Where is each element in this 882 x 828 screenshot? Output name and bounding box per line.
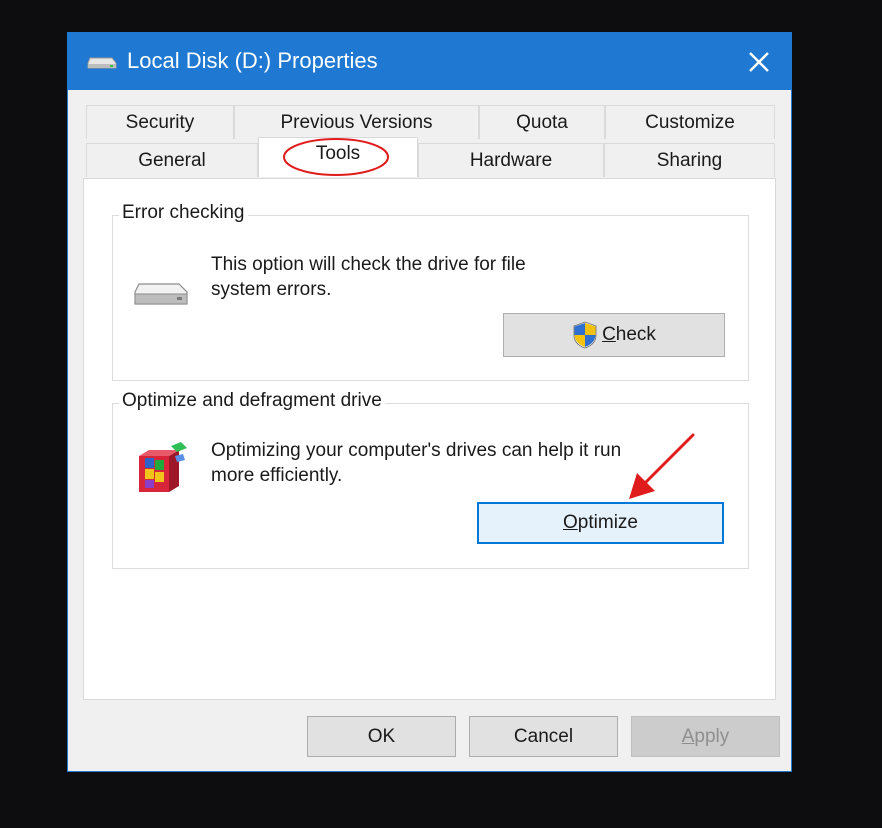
apply-button-label: Apply	[681, 725, 730, 747]
hard-drive-icon	[134, 283, 188, 305]
ok-button[interactable]: OK	[307, 716, 456, 757]
annotation-arrow	[629, 433, 695, 499]
defrag-icon	[139, 442, 187, 492]
close-button[interactable]	[727, 33, 791, 90]
tools-panel: Error checking This option will check th…	[83, 178, 776, 700]
tab-previous-versions[interactable]: Previous Versions	[234, 105, 479, 139]
error-checking-group: Error checking This option will check th…	[112, 202, 749, 381]
drive-icon	[87, 57, 117, 69]
window-title: Local Disk (D:) Properties	[127, 48, 378, 73]
check-button[interactable]: Check	[503, 313, 725, 357]
tab-general[interactable]: General	[86, 143, 258, 177]
check-button-label: Check	[602, 324, 656, 345]
optimize-button-label: Optimize	[563, 512, 638, 533]
close-icon	[749, 51, 769, 72]
tab-hardware[interactable]: Hardware	[418, 143, 604, 177]
annotation-ellipse	[283, 138, 389, 176]
apply-button[interactable]: Apply	[631, 716, 780, 757]
error-checking-desc-line2: system errors.	[211, 279, 332, 300]
title-bar[interactable]: Local Disk (D:) Properties	[68, 33, 791, 90]
cancel-button[interactable]: Cancel	[469, 716, 618, 757]
tab-sharing[interactable]: Sharing	[604, 143, 775, 177]
optimize-button[interactable]: Optimize	[477, 502, 724, 544]
error-checking-desc-line1: This option will check the drive for fil…	[211, 254, 526, 275]
tab-quota[interactable]: Quota	[479, 105, 605, 139]
tab-customize[interactable]: Customize	[605, 105, 775, 139]
optimize-title: Optimize and defragment drive	[119, 390, 385, 412]
tab-security[interactable]: Security	[86, 105, 234, 139]
properties-dialog: Local Disk (D:) Properties Security Prev…	[67, 32, 792, 772]
error-checking-description: This option will check the drive for fil…	[211, 252, 711, 302]
uac-shield-icon	[573, 321, 597, 349]
error-checking-title: Error checking	[119, 202, 248, 224]
